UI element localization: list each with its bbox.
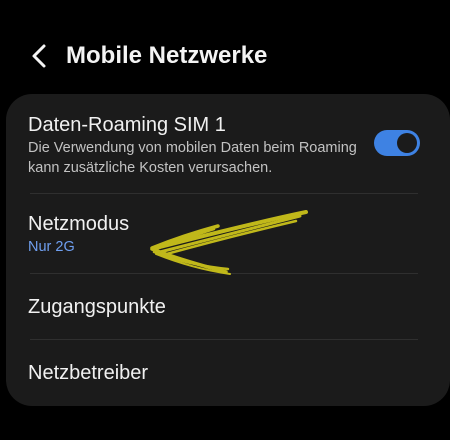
network-mode-title: Netzmodus [28, 213, 130, 235]
access-points-row[interactable]: Zugangspunkte [6, 274, 450, 340]
settings-card: Daten-Roaming SIM 1 Die Verwendung von m… [6, 94, 450, 406]
page-title: Mobile Netzwerke [66, 42, 268, 69]
chevron-left-icon [29, 43, 49, 69]
network-operators-title: Netzbetreiber [28, 362, 149, 384]
data-roaming-toggle[interactable] [374, 130, 420, 156]
data-roaming-description: Die Verwendung von mobilen Daten beim Ro… [28, 140, 357, 176]
toggle-knob [397, 133, 417, 153]
network-operators-row[interactable]: Netzbetreiber [6, 340, 450, 406]
access-points-title: Zugangspunkte [28, 296, 166, 318]
data-roaming-title: Daten-Roaming SIM 1 [28, 114, 226, 136]
network-mode-value: Nur 2G [28, 239, 75, 255]
data-roaming-row[interactable]: Daten-Roaming SIM 1 Die Verwendung von m… [6, 94, 450, 194]
network-mode-row[interactable]: Netzmodus Nur 2G [6, 194, 450, 274]
back-button[interactable] [22, 38, 56, 74]
